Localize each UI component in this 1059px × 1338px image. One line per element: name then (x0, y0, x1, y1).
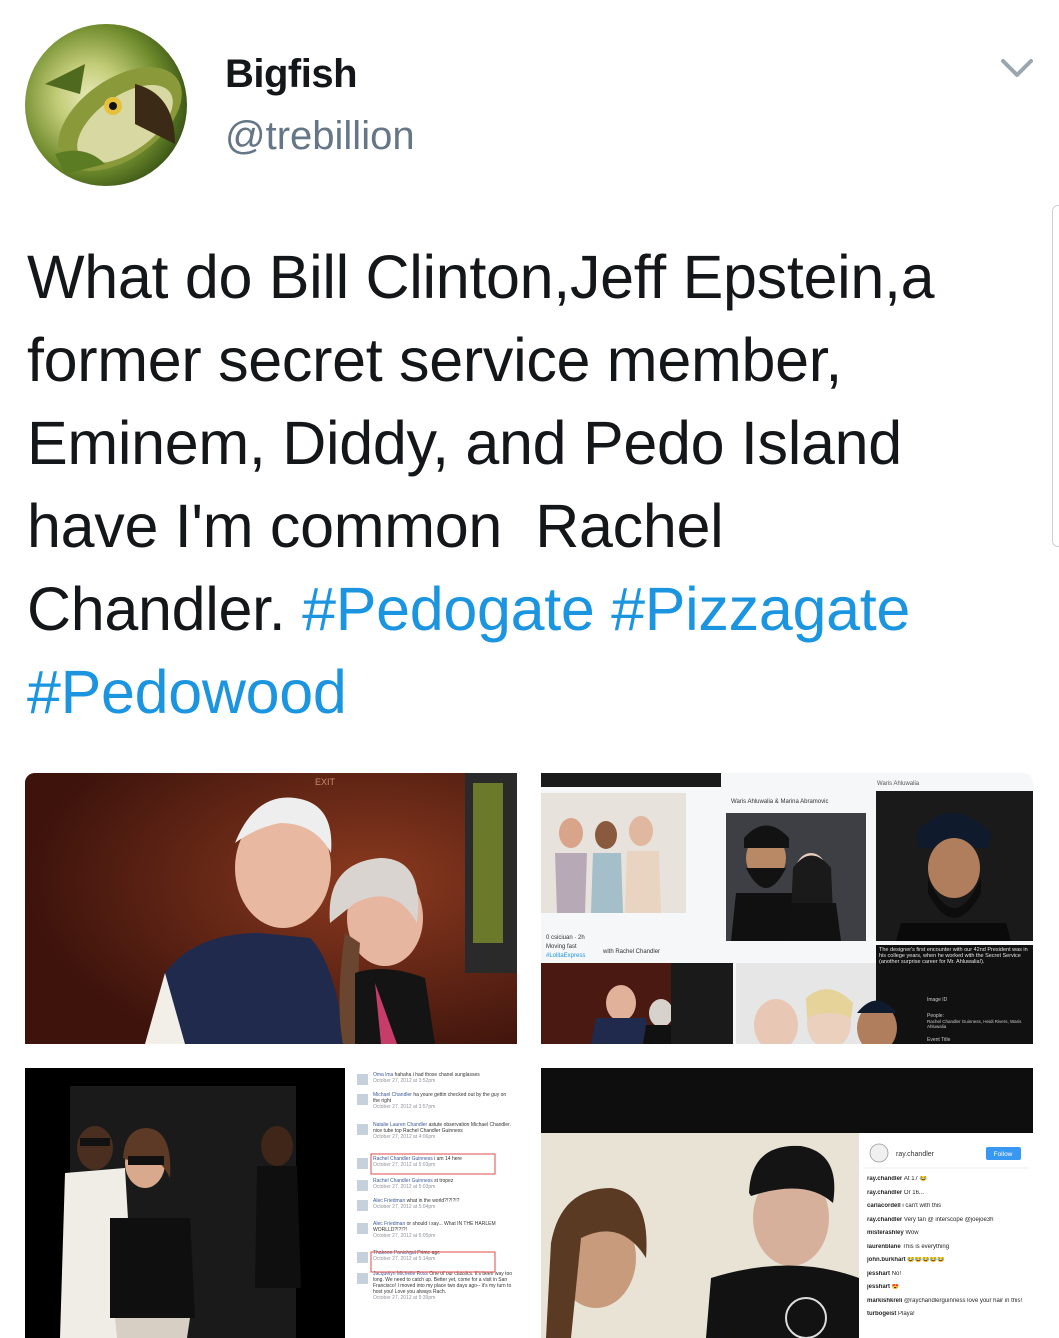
comment-item: Alec Friedman or should i say... What IN… (373, 1221, 513, 1239)
comment-item: Natalie Lauren Chandler astute observati… (373, 1122, 513, 1140)
ig-comment: misterashley Wow (867, 1230, 1027, 1237)
image-id-label: Image ID (927, 997, 948, 1003)
ig-comment: laurenblane This is everything (867, 1244, 1027, 1251)
ig-comment-text: Very tan @ interscope @joejoe3h (903, 1216, 994, 1223)
people-value: Rachel Chandler Guinness, Heidi Rivers, … (927, 1019, 1022, 1029)
ig-comment: jesshart 😍 (867, 1284, 1027, 1291)
comment-item: Oma lma hahaha i had those chanel sungla… (373, 1072, 513, 1084)
hashtag-pedowood[interactable]: #Pedowood (27, 658, 347, 726)
ig-comment-user[interactable]: jesshart (867, 1271, 892, 1277)
media-photo-comments-3[interactable]: Oma lma hahaha i had those chanel sungla… (25, 1068, 517, 1338)
ig-account[interactable]: ray.chandler (896, 1151, 935, 1158)
ig-comment-text: Playa! (898, 1311, 915, 1317)
comment-text: st tropez (434, 1178, 454, 1184)
ig-comment-user[interactable]: markishkreli (867, 1298, 904, 1304)
comment-avatar[interactable] (357, 1094, 368, 1105)
ig-comment: ray.chandler Or 16... (867, 1190, 1027, 1197)
comment-item: Michael Chandler ha youre gettin checked… (373, 1092, 513, 1110)
ig-comment: john.burkhart 😂😂😂😂😂 (867, 1257, 1027, 1264)
comment-item: Rachel Chandler Guinness st tropez Octobe… (373, 1178, 513, 1190)
avatar[interactable] (25, 24, 187, 186)
comment-time: October 27, 2012 at 5:05pm (373, 1233, 436, 1239)
ig-comment-text: No! (891, 1270, 902, 1277)
display-name[interactable]: Bigfish (225, 52, 358, 97)
ig-comment: carlacordell i can't with this (867, 1203, 1027, 1210)
follow-button-label[interactable]: Follow (994, 1151, 1013, 1158)
exit-sign-text: EXIT (315, 777, 336, 787)
caption-mid: Waris Ahluwalia & Marina Abramovic (731, 799, 828, 805)
media-photo-1[interactable]: EXIT (25, 773, 517, 1044)
ig-comment-text: @raychandlerguinness love your hair in t… (904, 1297, 1023, 1304)
chevron-down-icon[interactable] (1000, 56, 1034, 80)
comment-avatar[interactable] (357, 1180, 368, 1191)
scrollbar[interactable] (1052, 205, 1059, 547)
tweet-text: What do Bill Clinton,Jeff Epstein,a form… (27, 236, 1037, 734)
comment-time: October 27, 2012 at 3:57pm (373, 1104, 436, 1110)
comment-item: Rachel Chandler Guinness i am 14 here Oct… (373, 1156, 513, 1168)
comment-avatar[interactable] (357, 1273, 368, 1284)
designer-caption: The designer's first encounter with our … (879, 947, 1028, 965)
comment-item: Alec Friedman what in the world?!?!?!? Oc… (373, 1198, 513, 1210)
ig-comment: ray.chandler Very tan @ interscope @joej… (867, 1217, 1027, 1224)
ig-comment-user[interactable]: turbogeist (867, 1311, 898, 1317)
left-post-tag: #LolitaExpress (546, 953, 585, 959)
comment-time: October 27, 2012 at 5:03pm (373, 1184, 436, 1190)
ig-comment-text: Wow (905, 1230, 919, 1236)
event-title-label: Event Title (927, 1037, 951, 1043)
comment-list: Oma lma hahaha i had those chanel sungla… (357, 1072, 513, 1301)
comment-time: October 27, 2012 at 5:14pm (373, 1256, 436, 1262)
comment-time: October 27, 2012 at 5:03pm (373, 1162, 436, 1168)
ig-comment-list: ray.chandler At 17 😂ray.chandler Or 16..… (867, 1176, 1027, 1318)
ig-comment-text: At 17 😂 (903, 1176, 928, 1182)
ig-comment-user[interactable]: ray.chandler (867, 1176, 904, 1182)
comment-avatar[interactable] (357, 1124, 368, 1135)
comment-time: October 27, 2012 at 4:06pm (373, 1134, 436, 1140)
ig-comment: markishkreli @raychandlerguinness love y… (867, 1298, 1027, 1305)
comment-avatar[interactable] (357, 1200, 368, 1211)
ig-comment-text: i can't with this (902, 1203, 942, 1209)
media-collage-2[interactable]: 0 csiciuan · 2h Moving fast #LolitaExpre… (541, 773, 1033, 1044)
ig-comment-text: Or 16... (903, 1189, 924, 1196)
comment-item: Jacquelyn Michelle Ross One of our class… (373, 1271, 513, 1301)
comment-avatar[interactable] (357, 1252, 368, 1263)
comment-text: i am 14 here (434, 1156, 462, 1162)
media-photo-instagram-4[interactable]: ray.chandler Follow ray.chandler At 17 😂… (541, 1068, 1033, 1338)
comment-time: October 27, 2012 at 5:04pm (373, 1204, 436, 1210)
ig-comment: ray.chandler At 17 😂 (867, 1176, 1027, 1183)
ig-comment: jesshart No! (867, 1271, 1027, 1278)
comment-time: October 27, 2012 at 3:52pm (373, 1078, 436, 1084)
ig-comment-text: 😍 (891, 1284, 900, 1290)
header-right: Waris Ahluwalia (877, 781, 920, 787)
left-post-user: 0 csiciuan · 2h (546, 935, 585, 941)
with-text: with Rachel Chandler (602, 949, 660, 955)
ig-comment-user[interactable]: ray.chandler (867, 1217, 904, 1223)
ig-comment-user[interactable]: misterashley (867, 1230, 905, 1236)
comment-avatar[interactable] (357, 1074, 368, 1085)
ig-comment-text: 😂😂😂😂😂 (907, 1257, 945, 1263)
comment-avatar[interactable] (357, 1158, 368, 1169)
comment-avatar[interactable] (357, 1223, 368, 1234)
ig-comment-user[interactable]: laurenblane (867, 1244, 902, 1250)
user-handle[interactable]: @trebillion (225, 114, 415, 159)
left-post-text: Moving fast (546, 944, 577, 950)
ig-comment-user[interactable]: carlacordell (867, 1203, 902, 1209)
ig-comment-user[interactable]: jesshart (867, 1284, 892, 1290)
comment-time: October 27, 2012 at 5:39pm (373, 1295, 436, 1301)
ig-comment-user[interactable]: john.burkhart (867, 1257, 907, 1263)
bass-fish-avatar-icon (45, 64, 182, 174)
ig-comment-text: This is everything (902, 1243, 950, 1250)
ig-comment-user[interactable]: ray.chandler (867, 1190, 904, 1196)
hashtag-pedogate[interactable]: #Pedogate (302, 575, 595, 643)
ig-comment: turbogeist Playa! (867, 1311, 1027, 1318)
hashtag-pizzagate[interactable]: #Pizzagate (611, 575, 910, 643)
